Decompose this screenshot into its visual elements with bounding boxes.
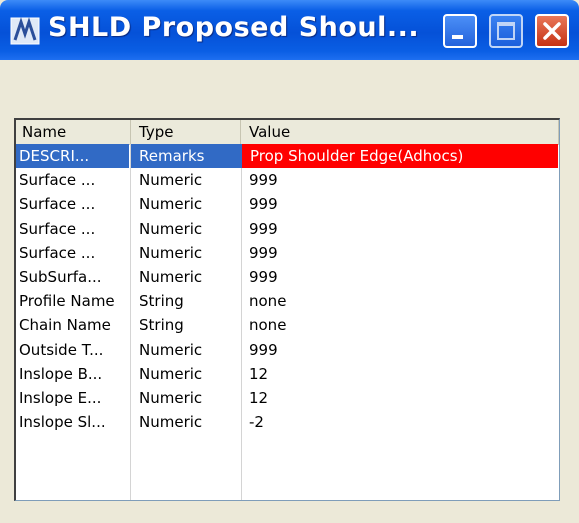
- close-icon: [543, 22, 561, 40]
- table-row[interactable]: Chain Name String none: [16, 313, 559, 337]
- cell-value: 999: [249, 243, 278, 262]
- cell-value: 12: [249, 364, 269, 383]
- table-row[interactable]: Profile Name String none: [16, 289, 559, 313]
- cell-value: 12: [249, 389, 269, 407]
- cell-value: 999: [249, 195, 278, 214]
- cell-name: Surface ...: [19, 243, 96, 262]
- table-row[interactable]: Inslope E... Numeric 12: [16, 386, 559, 410]
- minimize-icon: [452, 35, 463, 39]
- maximize-icon: [497, 22, 515, 40]
- title-bar[interactable]: SHLD Proposed Shoul...: [0, 0, 579, 60]
- column-header-name[interactable]: Name: [16, 120, 131, 144]
- cell-type: String: [139, 316, 184, 335]
- cell-name: SubSurfa...: [19, 268, 102, 286]
- cell-value: 999: [249, 171, 278, 190]
- cell-name: Inslope B...: [19, 364, 103, 383]
- cell-name: Surface ...: [19, 195, 96, 214]
- table-row[interactable]: Inslope B... Numeric 12: [16, 362, 559, 386]
- cell-type: Numeric: [139, 413, 203, 432]
- dialog-window: SHLD Proposed Shoul... Name Type Value D…: [0, 0, 579, 523]
- cell-type: Numeric: [139, 243, 203, 262]
- column-header-value[interactable]: Value: [241, 120, 559, 144]
- toolbar: [0, 60, 579, 161]
- cell-value: 999: [249, 340, 278, 359]
- table-row[interactable]: Surface ... Numeric 999: [16, 241, 559, 265]
- cell-value: -2: [249, 413, 264, 432]
- close-button[interactable]: [535, 14, 569, 48]
- app-logo-icon[interactable]: [10, 16, 40, 46]
- maximize-button[interactable]: [489, 14, 523, 48]
- table-row[interactable]: Surface ... Numeric 999: [16, 168, 559, 192]
- cell-value: none: [249, 292, 287, 311]
- cell-type: Numeric: [139, 195, 203, 214]
- cell-type: Numeric: [139, 364, 203, 383]
- cell-name: Surface ...: [19, 219, 96, 238]
- properties-list[interactable]: Name Type Value DESCRI... Remarks Prop Sho…: [14, 118, 560, 501]
- cell-name: Surface ...: [19, 171, 96, 190]
- cell-type: Numeric: [139, 171, 203, 190]
- minimize-button[interactable]: [443, 14, 477, 48]
- table-row[interactable]: Inslope Sl... Numeric -2: [16, 410, 559, 434]
- table-row[interactable]: DESCRI... Remarks Prop Shoulder Edge(Adhoc…: [16, 144, 559, 168]
- status-bar: [0, 503, 579, 523]
- cell-type: Remarks: [131, 144, 242, 168]
- column-header-type[interactable]: Type: [131, 120, 241, 144]
- table-row[interactable]: SubSurfa... Numeric 999: [16, 265, 559, 289]
- cell-type: String: [139, 292, 184, 311]
- window-title: SHLD Proposed Shoul...: [48, 12, 420, 43]
- table-row[interactable]: Outside T... Numeric 999: [16, 338, 559, 362]
- cell-name: Outside T...: [19, 340, 104, 359]
- cell-value: Prop Shoulder Edge(Adhocs): [242, 144, 558, 168]
- cell-value: 999: [249, 219, 278, 238]
- cell-name: Inslope Sl...: [19, 413, 106, 432]
- cell-name: DESCRI...: [16, 144, 129, 168]
- cell-type: Numeric: [139, 389, 203, 407]
- table-row[interactable]: Surface ... Numeric 999: [16, 192, 559, 216]
- cell-type: Numeric: [139, 268, 203, 286]
- cell-type: Numeric: [139, 340, 203, 359]
- cell-value: 999: [249, 268, 278, 286]
- table-row[interactable]: Surface ... Numeric 999: [16, 217, 559, 241]
- cell-value: none: [249, 316, 287, 335]
- cell-name: Profile Name: [19, 292, 115, 311]
- list-header: Name Type Value: [16, 120, 559, 145]
- cell-type: Numeric: [139, 219, 203, 238]
- cell-name: Chain Name: [19, 316, 111, 335]
- cell-name: Inslope E...: [19, 389, 102, 407]
